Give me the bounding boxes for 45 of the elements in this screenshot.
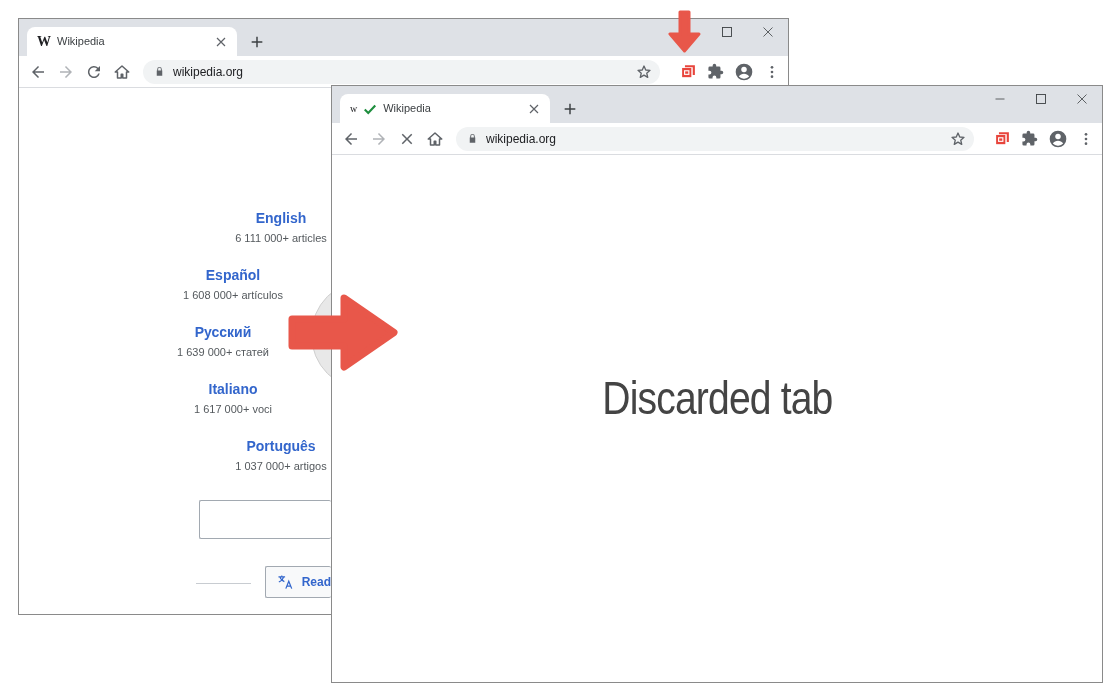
puzzle-icon[interactable] (707, 63, 724, 80)
browser-tab[interactable]: W Wikipedia (27, 27, 237, 56)
close-icon[interactable] (1076, 93, 1088, 105)
url-text: wikipedia.org (173, 63, 244, 81)
close-icon[interactable] (762, 26, 774, 38)
article-count: 1 608 000+ artículos (183, 288, 283, 303)
new-tab-icon[interactable] (249, 34, 265, 50)
article-count: 1 617 000+ voci (194, 402, 272, 417)
extension-icon[interactable] (680, 63, 697, 80)
language-link[interactable]: Русский (194, 323, 252, 341)
browser-tab[interactable]: w Wikipedia (340, 94, 550, 123)
tab-title: Wikipedia (383, 101, 431, 117)
language-link[interactable]: Português (246, 437, 316, 455)
article-count: 1 639 000+ статей (177, 345, 269, 360)
new-tab-icon[interactable] (562, 101, 578, 117)
lock-icon (154, 66, 165, 77)
article-count: 6 111 000+ articles (235, 231, 327, 246)
home-icon[interactable] (426, 129, 444, 148)
favicon: W (37, 33, 51, 51)
maximize-icon[interactable] (1035, 93, 1047, 105)
close-icon[interactable] (528, 102, 540, 115)
tab-title: Wikipedia (57, 34, 105, 50)
address-bar[interactable]: wikipedia.org (143, 59, 660, 84)
read-wikipedia-button[interactable]: Read (265, 566, 331, 598)
profile-icon[interactable] (1048, 128, 1068, 149)
home-icon[interactable] (113, 62, 131, 81)
extension-icon[interactable] (994, 130, 1011, 147)
close-icon[interactable] (215, 35, 227, 48)
maximize-icon[interactable] (721, 26, 733, 38)
language-link[interactable]: Italiano (208, 380, 258, 398)
address-bar[interactable]: wikipedia.org (456, 126, 974, 151)
language-link[interactable]: Español (205, 266, 261, 284)
language-link[interactable]: English (255, 209, 307, 227)
star-icon[interactable] (950, 130, 966, 147)
lock-icon (467, 133, 478, 144)
favicon: w (350, 102, 358, 116)
article-count: 1 037 000+ artigos (235, 459, 327, 474)
star-icon[interactable] (636, 63, 652, 80)
url-text: wikipedia.org (486, 130, 557, 148)
translate-icon (277, 573, 295, 591)
puzzle-icon[interactable] (1021, 130, 1038, 147)
search-field[interactable] (199, 500, 331, 539)
discarded-message: Discarded tab (601, 371, 833, 426)
profile-icon[interactable] (734, 61, 754, 82)
down-arrow-drawing (668, 10, 701, 53)
